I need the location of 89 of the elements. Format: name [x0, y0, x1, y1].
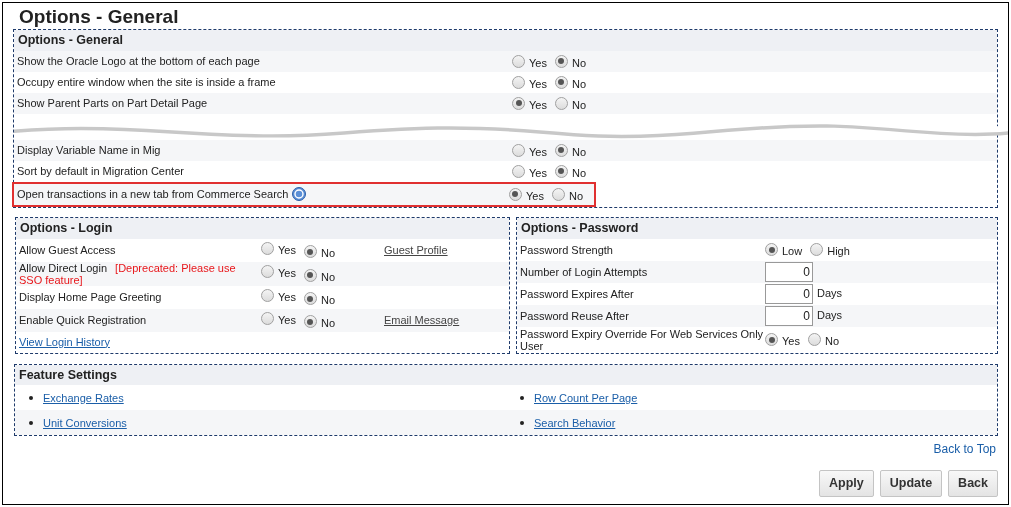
radio-button[interactable]	[807, 333, 821, 346]
settings-link[interactable]: Email Message	[384, 311, 460, 329]
history-link[interactable]: View Login History	[19, 333, 110, 351]
radio-label: Yes	[529, 97, 547, 113]
setting-label: Open transactions in a new tab from Commerce Search	[17, 187, 289, 202]
radio-button[interactable]	[512, 75, 525, 89]
number-field[interactable]: 0	[765, 283, 813, 304]
radio-button[interactable]	[261, 241, 274, 255]
radio-button[interactable]	[554, 164, 568, 178]
help-icon[interactable]	[292, 187, 307, 202]
radio-button[interactable]	[303, 315, 317, 329]
radio-button[interactable]	[554, 96, 568, 110]
feature-link[interactable]: Search Behavior	[534, 414, 616, 431]
setting-label: Password Strength	[520, 243, 613, 256]
radio-label: No	[320, 246, 335, 261]
radio-label: No	[320, 269, 335, 285]
radio-button[interactable]	[810, 243, 824, 256]
feature-link[interactable]: Row Count Per Page	[534, 389, 638, 406]
radio-label: Yes	[782, 333, 800, 349]
action-button[interactable]: Back	[948, 470, 998, 498]
section-header: Options - General	[14, 30, 997, 51]
radio-button[interactable]	[554, 54, 568, 68]
setting-label: Occupy entire window when the site is inside a frame	[17, 75, 276, 90]
radio-label: No	[571, 76, 586, 92]
section-header: Feature Settings	[15, 364, 997, 386]
radio-label: Yes	[529, 165, 547, 181]
radio-label: Yes	[278, 266, 296, 281]
radio-label: No	[824, 333, 839, 349]
radio-label: Yes	[278, 289, 296, 305]
setting-label: Password Reuse After	[520, 309, 629, 322]
back-to-top-link[interactable]: Back to Top	[933, 440, 996, 459]
action-button[interactable]: Update	[879, 470, 943, 498]
number-field[interactable]: 0	[765, 305, 813, 326]
page-title: Options - General	[18, 6, 180, 28]
radio-button[interactable]	[512, 143, 525, 157]
radio-label: No	[571, 97, 586, 113]
settings-link[interactable]: Guest Profile	[384, 241, 448, 259]
radio-button[interactable]	[261, 265, 274, 279]
radio-button[interactable]	[512, 54, 525, 68]
setting-label: Enable Quick Registration	[19, 314, 147, 326]
radio-label: Yes	[278, 312, 296, 328]
setting-label: Password Expires After	[520, 287, 634, 300]
radio-label: High	[827, 243, 850, 259]
radio-label: No	[568, 188, 583, 204]
setting-label: Password Expiry Override For Web Services Only User	[520, 327, 764, 352]
number-field[interactable]: 0	[765, 261, 813, 282]
setting-label: Allow Direct Login [Deprecated: Please use SSO feature]	[19, 261, 236, 286]
radio-label: No	[571, 55, 586, 71]
unit-label: Days	[817, 286, 843, 302]
setting-label: Number of Login Attempts	[520, 265, 648, 278]
radio-button[interactable]	[303, 245, 317, 259]
feature-link[interactable]: Exchange Rates	[43, 389, 124, 406]
radio-button[interactable]	[303, 292, 317, 306]
radio-button[interactable]	[303, 268, 317, 282]
radio-button[interactable]	[551, 187, 565, 201]
action-button[interactable]: Apply	[819, 470, 874, 498]
radio-label: Yes	[529, 55, 547, 71]
radio-button[interactable]	[765, 243, 778, 256]
radio-button[interactable]	[554, 143, 568, 157]
radio-label: Yes	[529, 144, 547, 160]
radio-label: No	[320, 316, 335, 331]
bullet-icon	[29, 395, 33, 400]
radio-button[interactable]	[554, 75, 568, 89]
radio-button[interactable]	[261, 288, 274, 302]
bullet-icon	[29, 420, 33, 425]
bullet-icon	[520, 420, 524, 425]
setting-label: Sort by default in Migration Center	[17, 164, 184, 179]
unit-label: Days	[817, 308, 843, 324]
setting-label: Display Variable Name in Mig	[17, 143, 161, 158]
setting-label: Allow Guest Access	[19, 244, 116, 256]
radio-label: Low	[782, 243, 803, 259]
radio-label: No	[571, 144, 586, 160]
radio-button[interactable]	[509, 187, 522, 201]
setting-label: Display Home Page Greeting	[19, 291, 162, 303]
setting-label: Show the Oracle Logo at the bottom of each page	[17, 54, 260, 69]
section-header: Options - Login	[16, 217, 509, 239]
radio-button[interactable]	[765, 333, 778, 346]
radio-label: Yes	[529, 76, 547, 92]
radio-button[interactable]	[512, 96, 525, 110]
radio-label: Yes	[278, 242, 296, 258]
section-header: Options - Password	[517, 217, 997, 239]
radio-label: No	[320, 293, 335, 308]
radio-button[interactable]	[261, 311, 274, 325]
setting-label: Show Parent Parts on Part Detail Page	[17, 96, 208, 111]
bullet-icon	[520, 395, 524, 400]
feature-link[interactable]: Unit Conversions	[43, 414, 127, 431]
radio-label: Yes	[526, 188, 544, 204]
radio-button[interactable]	[512, 164, 525, 178]
radio-label: No	[571, 165, 586, 181]
